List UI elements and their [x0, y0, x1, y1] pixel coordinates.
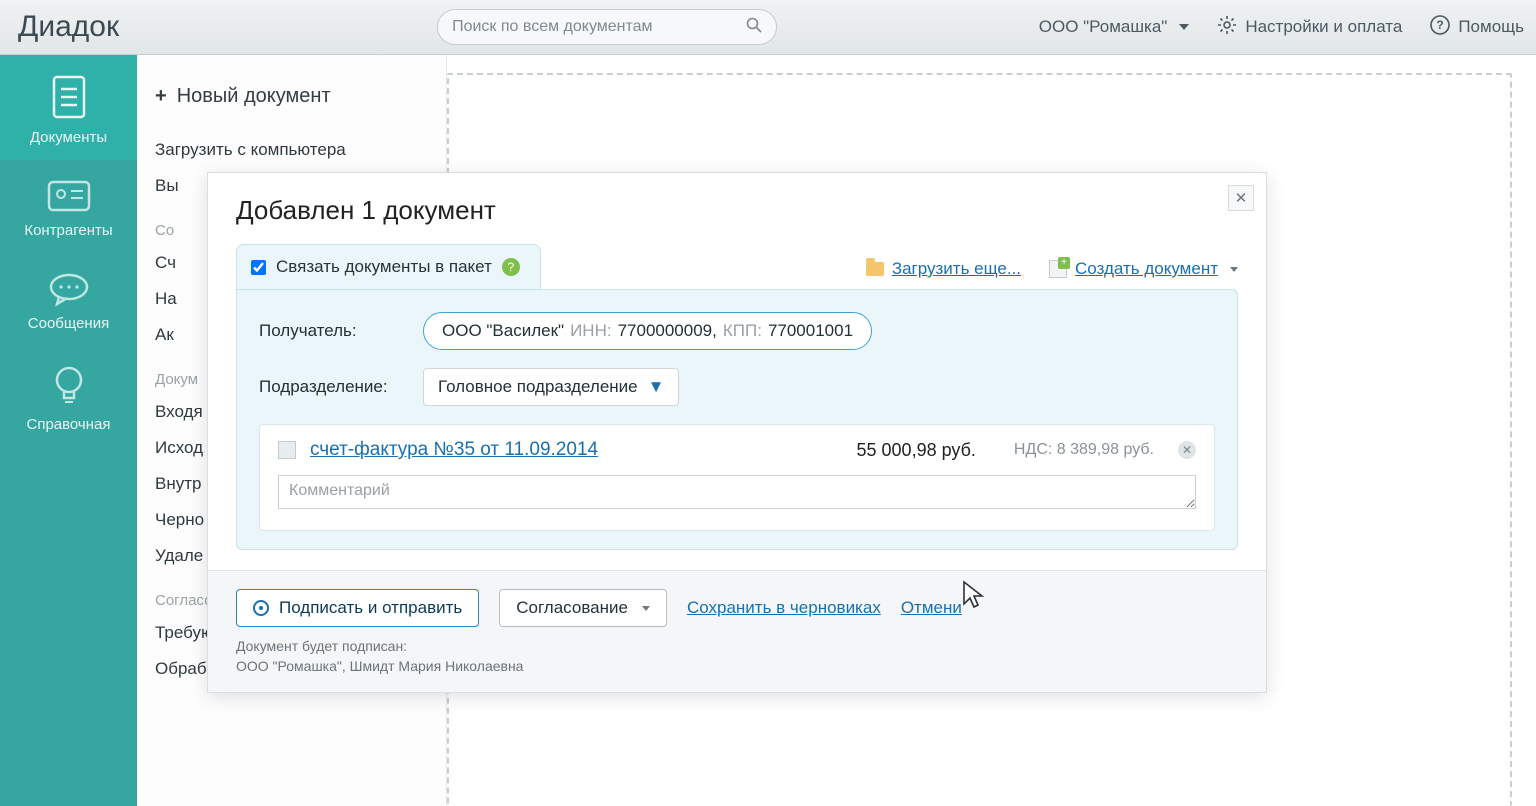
department-select[interactable]: Головное подразделение ▼ — [423, 368, 679, 406]
document-vat: НДС: 8 389,98 руб. — [1014, 441, 1154, 459]
modal-header: Добавлен 1 документ ✕ — [208, 173, 1266, 234]
sidebar-item-label: Контрагенты — [4, 222, 133, 239]
new-document-button[interactable]: + Новый документ — [137, 85, 446, 132]
approval-label: Согласование — [516, 598, 628, 618]
sidebar-item-contractors[interactable]: Контрагенты — [0, 160, 137, 253]
help-icon[interactable]: ? — [502, 258, 520, 276]
tab-bundle[interactable]: Связать документы в пакет ? — [236, 244, 541, 289]
document-amount: 55 000,98 руб. — [857, 440, 976, 461]
sidebar: Документы Контрагенты Сообщения Справочн… — [0, 55, 137, 806]
document-icon — [48, 73, 90, 121]
help-label: Помощь — [1458, 17, 1524, 37]
search-input[interactable] — [452, 18, 746, 36]
kpp-label: КПП: — [723, 321, 762, 341]
menu-upload[interactable]: Загрузить с компьютера — [137, 132, 446, 168]
recipient-row: Получатель: ООО "Василек" ИНН: 770000000… — [259, 312, 1215, 350]
settings-link[interactable]: Настройки и оплата — [1217, 15, 1402, 40]
search-wrap — [437, 9, 777, 45]
help-link[interactable]: ? Помощь — [1430, 15, 1524, 40]
department-value: Головное подразделение — [438, 377, 638, 397]
sign-send-label: Подписать и отправить — [279, 598, 462, 618]
hint-line1: Документ будет подписан: — [236, 637, 1238, 657]
document-line: счет-фактура №35 от 11.09.2014 55 000,98… — [278, 439, 1196, 461]
chat-icon — [47, 271, 91, 307]
modal-footer: Подписать и отправить Согласование Сохра… — [208, 570, 1266, 692]
comment-input[interactable] — [278, 475, 1196, 509]
chevron-down-icon — [642, 606, 650, 611]
logo: Диадок — [0, 10, 137, 44]
sign-send-button[interactable]: Подписать и отправить — [236, 589, 479, 627]
form-panel: Получатель: ООО "Василек" ИНН: 770000000… — [236, 289, 1238, 550]
settings-label: Настройки и оплата — [1245, 17, 1402, 37]
sidebar-item-messages[interactable]: Сообщения — [0, 253, 137, 346]
new-doc-icon — [1049, 260, 1067, 278]
document-card: счет-фактура №35 от 11.09.2014 55 000,98… — [259, 424, 1215, 531]
upload-more-link[interactable]: Загрузить еще... — [866, 259, 1021, 279]
recipient-name: ООО "Василек" — [442, 321, 564, 341]
sidebar-item-label: Справочная — [4, 416, 133, 433]
search-box[interactable] — [437, 9, 777, 45]
close-button[interactable]: ✕ — [1228, 185, 1254, 211]
tab-label: Связать документы в пакет — [276, 257, 492, 277]
file-icon — [278, 441, 296, 459]
modal: Добавлен 1 документ ✕ Связать документы … — [207, 172, 1267, 693]
card-icon — [45, 178, 93, 214]
search-icon — [746, 17, 762, 38]
department-row: Подразделение: Головное подразделение ▼ — [259, 368, 1215, 406]
chevron-down-icon — [1230, 267, 1238, 272]
save-draft-link[interactable]: Сохранить в черновиках — [687, 598, 881, 618]
sidebar-item-label: Документы — [4, 129, 133, 146]
topbar: Диадок ООО "Ромашка" Настройки и оплата … — [0, 0, 1536, 55]
chevron-down-icon — [1179, 24, 1189, 30]
plus-icon: + — [155, 85, 167, 108]
create-doc-link[interactable]: Создать документ — [1049, 259, 1238, 279]
bundle-checkbox[interactable] — [251, 260, 266, 275]
remove-doc-button[interactable]: ✕ — [1178, 441, 1196, 459]
sidebar-item-documents[interactable]: Документы — [0, 55, 137, 160]
gear-icon — [1217, 15, 1237, 40]
topbar-right: ООО "Ромашка" Настройки и оплата ? Помощ… — [1039, 15, 1524, 40]
create-doc-label: Создать документ — [1075, 259, 1218, 279]
close-icon: ✕ — [1235, 189, 1248, 207]
inn-label: ИНН: — [570, 321, 612, 341]
footer-hint: Документ будет подписан: ООО "Ромашка", … — [236, 637, 1238, 676]
document-link[interactable]: счет-фактура №35 от 11.09.2014 — [310, 439, 598, 461]
tab-actions: Загрузить еще... Создать документ — [866, 259, 1238, 279]
footer-actions: Подписать и отправить Согласование Сохра… — [236, 589, 1238, 627]
sidebar-item-reference[interactable]: Справочная — [0, 346, 137, 447]
bulb-icon — [51, 364, 87, 408]
org-name: ООО "Ромашка" — [1039, 17, 1168, 37]
new-document-label: Новый документ — [177, 85, 331, 108]
tab-row: Связать документы в пакет ? Загрузить ещ… — [208, 244, 1266, 289]
org-switcher[interactable]: ООО "Ромашка" — [1039, 17, 1190, 37]
approval-button[interactable]: Согласование — [499, 589, 667, 627]
department-label: Подразделение: — [259, 377, 409, 397]
hint-line2: ООО "Ромашка", Шмидт Мария Николаевна — [236, 657, 1238, 677]
inn-value: 7700000009, — [618, 321, 717, 341]
sidebar-item-label: Сообщения — [4, 315, 133, 332]
help-icon: ? — [1430, 15, 1450, 40]
modal-title: Добавлен 1 документ — [236, 195, 1238, 226]
seal-icon — [253, 600, 269, 616]
svg-text:?: ? — [1437, 18, 1444, 32]
chevron-down-icon: ▼ — [648, 377, 665, 397]
cancel-link[interactable]: Отмени — [901, 598, 962, 618]
recipient-pill[interactable]: ООО "Василек" ИНН: 7700000009, КПП: 7700… — [423, 312, 872, 350]
recipient-label: Получатель: — [259, 321, 409, 341]
kpp-value: 770001001 — [768, 321, 853, 341]
folder-icon — [866, 262, 884, 276]
upload-more-label: Загрузить еще... — [892, 259, 1021, 279]
